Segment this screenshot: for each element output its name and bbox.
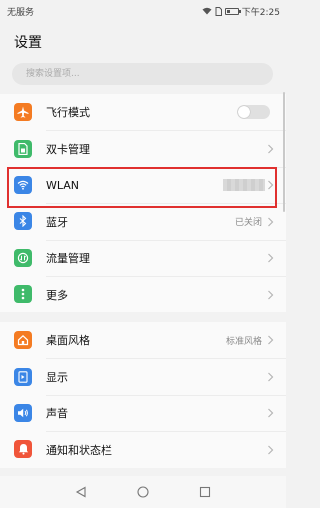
recents-square-icon: [199, 486, 211, 498]
wifi-signal-icon: [202, 7, 212, 15]
chevron-right-icon: [268, 144, 274, 154]
setting-wlan[interactable]: WLAN: [0, 166, 286, 203]
carrier-text: 无服务: [7, 7, 35, 18]
settings-group-network: 飞行模式 双卡管理 WLAN 蓝牙 已关闭 流量管理 更多: [0, 94, 286, 313]
settings-group-device: 桌面风格 标准风格 显示 声音 通知和状态栏: [0, 322, 286, 468]
row-content: WLAN: [46, 166, 286, 203]
back-button[interactable]: [74, 485, 88, 499]
chevron-right-icon: [268, 253, 274, 263]
row-content: 双卡管理: [46, 130, 286, 166]
sim-card-icon: [14, 139, 32, 158]
row-content: 声音: [46, 394, 286, 431]
chevron-right-icon: [268, 372, 274, 382]
navigation-bar: [0, 476, 286, 508]
setting-label: 飞行模式: [46, 106, 90, 120]
setting-label: 双卡管理: [46, 143, 90, 157]
row-content: 通知和状态栏: [46, 431, 286, 467]
setting-label: 通知和状态栏: [46, 443, 112, 457]
status-icons: 下午2:25: [202, 5, 280, 18]
battery-icon: [224, 7, 241, 15]
status-bar: 无服务 下午2:25: [0, 0, 286, 22]
row-content: 飞行模式: [46, 94, 286, 130]
more-icon: [14, 285, 32, 304]
setting-value: 已关闭: [234, 218, 262, 229]
setting-label: 更多: [46, 288, 68, 302]
notification-icon: [14, 440, 32, 459]
row-content: 桌面风格 标准风格: [46, 322, 286, 358]
row-content: 蓝牙 已关闭: [46, 203, 286, 239]
setting-value: 标准风格: [225, 336, 262, 347]
setting-label: WLAN: [46, 178, 80, 192]
row-content: 流量管理: [46, 239, 286, 276]
bluetooth-icon: [14, 212, 32, 231]
home-button[interactable]: [136, 485, 150, 499]
wifi-icon: [14, 175, 32, 194]
setting-label: 流量管理: [46, 252, 90, 266]
airplane-icon: [14, 103, 32, 122]
chevron-right-icon: [268, 409, 274, 418]
setting-more[interactable]: 更多: [0, 275, 286, 312]
home-circle-icon: [137, 486, 149, 498]
sound-icon: [14, 403, 32, 422]
toggle-knob: [238, 106, 250, 119]
airplane-mode-toggle[interactable]: [237, 105, 270, 120]
setting-label: 声音: [46, 407, 68, 421]
setting-home-style[interactable]: 桌面风格 标准风格: [0, 322, 286, 358]
chevron-right-icon: [268, 217, 274, 227]
setting-data-usage[interactable]: 流量管理: [0, 239, 286, 276]
home-style-icon: [14, 331, 32, 350]
chevron-right-icon: [268, 445, 274, 455]
search-placeholder: 搜索设置项...: [26, 69, 80, 79]
recents-button[interactable]: [198, 485, 212, 499]
search-input[interactable]: 搜索设置项...: [12, 63, 273, 85]
row-content: 显示: [46, 358, 286, 394]
page-title: 设置: [14, 35, 42, 51]
row-content: 更多: [46, 275, 286, 312]
data-usage-icon: [14, 248, 32, 267]
display-icon: [14, 367, 32, 386]
setting-notifications[interactable]: 通知和状态栏: [0, 431, 286, 467]
sim-slot-icon: [215, 6, 222, 16]
setting-display[interactable]: 显示: [0, 358, 286, 394]
chevron-right-icon: [268, 335, 274, 345]
setting-label: 显示: [46, 371, 68, 385]
network-name-obscured: [223, 179, 265, 192]
chevron-right-icon: [268, 290, 274, 300]
back-triangle-icon: [75, 486, 86, 498]
setting-airplane-mode[interactable]: 飞行模式: [0, 94, 286, 130]
setting-bluetooth[interactable]: 蓝牙 已关闭: [0, 203, 286, 239]
setting-dual-sim[interactable]: 双卡管理: [0, 130, 286, 166]
scrollbar[interactable]: [283, 92, 285, 212]
status-time: 下午2:25: [241, 7, 280, 18]
setting-label: 蓝牙: [46, 215, 68, 229]
chevron-right-icon: [268, 181, 274, 190]
settings-screen: 无服务 下午2:25 设置 搜索设置项... 飞行模式 双卡管理 WLAN 蓝牙…: [0, 0, 286, 508]
setting-sound[interactable]: 声音: [0, 394, 286, 431]
setting-label: 桌面风格: [46, 334, 90, 348]
